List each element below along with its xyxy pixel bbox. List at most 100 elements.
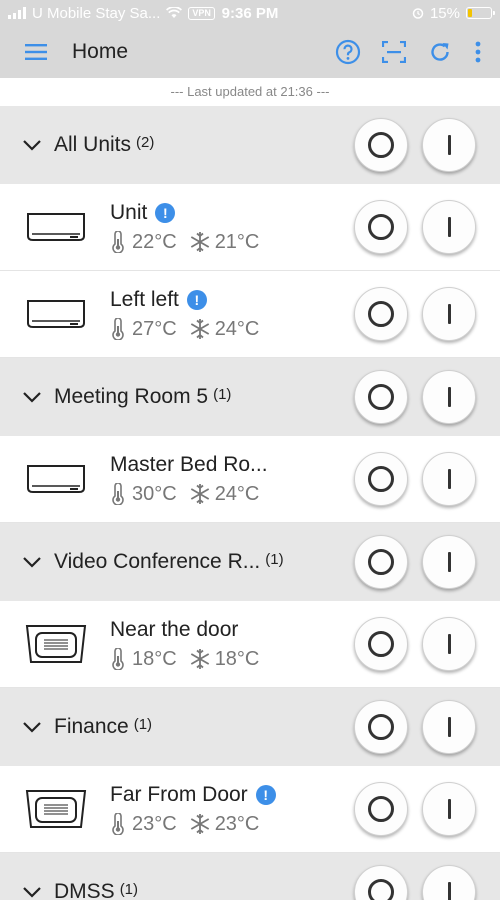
cassette-ac-icon	[25, 625, 87, 663]
chevron-down-icon	[23, 557, 41, 568]
power-off-icon	[368, 132, 394, 158]
unit-row[interactable]: Far From Door! 23°C 23°C	[0, 766, 500, 853]
unit-row[interactable]: Unit! 22°C 21°C	[0, 184, 500, 271]
unit-row[interactable]: Master Bed Ro... 30°C 24°C	[0, 436, 500, 523]
power-controls	[354, 118, 476, 172]
power-on-icon	[447, 799, 451, 819]
group-row[interactable]: DMSS (1)	[0, 853, 500, 900]
unit-off-button[interactable]	[354, 782, 408, 836]
group-name: All Units (2)	[54, 133, 154, 157]
help-icon	[335, 39, 361, 65]
refresh-button[interactable]	[424, 36, 456, 68]
refresh-icon	[431, 43, 449, 61]
group-unit-count: (1)	[213, 386, 232, 403]
power-off-icon	[368, 796, 394, 822]
set-temperature: 18°C	[214, 647, 260, 670]
last-updated-label: --- Last updated at 21:36 ---	[0, 78, 500, 106]
unit-name-label: Unit	[110, 200, 148, 224]
unit-row[interactable]: Near the door 18°C 18°C	[0, 601, 500, 688]
carrier-name: U Mobile Stay Sa...	[32, 4, 161, 22]
unit-row[interactable]: Left left! 27°C 24°C	[0, 271, 500, 358]
scan-button[interactable]	[378, 36, 410, 68]
group-off-button[interactable]	[354, 535, 408, 589]
group-name-label: Video Conference R...	[54, 550, 261, 573]
unit-off-button[interactable]	[354, 452, 408, 506]
snowflake-icon	[190, 319, 209, 339]
group-unit-count: (1)	[119, 881, 139, 898]
group-row[interactable]: Video Conference R... (1)	[0, 523, 500, 601]
unit-off-button[interactable]	[354, 200, 408, 254]
unit-on-button[interactable]	[422, 287, 476, 341]
menu-button[interactable]	[0, 26, 72, 78]
more-button[interactable]	[470, 36, 486, 68]
group-name-label: Finance	[54, 715, 129, 738]
group-row[interactable]: All Units (2)	[0, 106, 500, 184]
info-alert-icon[interactable]: !	[255, 784, 276, 805]
unit-list: All Units (2) Unit! 22°C 21°C Left left! 27°C 2…	[0, 106, 500, 900]
info-alert-icon[interactable]: !	[155, 202, 176, 223]
status-bar: U Mobile Stay Sa... VPN 9:36 PM 15%	[0, 0, 500, 26]
group-off-button[interactable]	[354, 118, 408, 172]
group-name-label: All Units	[54, 133, 132, 156]
menu-icon	[25, 44, 47, 60]
group-on-button[interactable]	[422, 700, 476, 754]
unit-name-label: Master Bed Ro...	[110, 452, 268, 476]
group-on-button[interactable]	[422, 118, 476, 172]
group-off-button[interactable]	[354, 865, 408, 900]
power-on-icon	[447, 552, 451, 572]
wall-ac-icon	[27, 300, 85, 328]
power-on-icon	[447, 634, 451, 654]
power-off-icon	[368, 714, 394, 740]
unit-on-button[interactable]	[422, 452, 476, 506]
unit-on-button[interactable]	[422, 782, 476, 836]
unit-on-button[interactable]	[422, 200, 476, 254]
power-off-icon	[368, 879, 394, 900]
power-on-icon	[447, 882, 451, 900]
more-vertical-icon	[475, 41, 481, 63]
help-button[interactable]	[332, 36, 364, 68]
room-temperature: 22°C	[132, 230, 177, 253]
set-temperature: 21°C	[214, 230, 260, 253]
group-on-button[interactable]	[422, 865, 476, 900]
vpn-badge: VPN	[188, 6, 215, 20]
room-temperature-icon	[112, 483, 124, 505]
set-temperature: 24°C	[214, 317, 260, 340]
power-controls	[354, 535, 476, 589]
power-off-icon	[368, 549, 394, 575]
group-row[interactable]: Finance (1)	[0, 688, 500, 766]
unit-off-button[interactable]	[354, 617, 408, 671]
room-temperature-icon	[112, 648, 124, 670]
power-controls	[354, 865, 476, 900]
group-name: Meeting Room 5 (1)	[54, 385, 231, 409]
wifi-icon	[166, 7, 183, 18]
power-off-icon	[368, 384, 394, 410]
set-temperature: 23°C	[214, 812, 260, 835]
snowflake-icon	[190, 814, 209, 834]
group-unit-count: (1)	[265, 551, 284, 568]
group-row[interactable]: Meeting Room 5 (1)	[0, 358, 500, 436]
unit-off-button[interactable]	[354, 287, 408, 341]
unit-on-button[interactable]	[422, 617, 476, 671]
power-controls	[354, 370, 476, 424]
cassette-ac-icon	[25, 790, 87, 828]
unit-name-label: Left left	[110, 287, 179, 311]
battery-percent: 15%	[429, 4, 460, 22]
set-temperature: 24°C	[214, 482, 260, 505]
power-controls	[354, 782, 476, 836]
power-on-icon	[447, 135, 451, 155]
room-temperature-icon	[112, 231, 124, 253]
signal-icon	[8, 7, 26, 19]
group-on-button[interactable]	[422, 370, 476, 424]
info-alert-icon[interactable]: !	[186, 289, 207, 310]
snowflake-icon	[190, 232, 209, 252]
group-name: DMSS (1)	[54, 880, 138, 900]
group-off-button[interactable]	[354, 700, 408, 754]
group-on-button[interactable]	[422, 535, 476, 589]
app-bar-actions	[332, 36, 500, 68]
room-temperature: 23°C	[132, 812, 177, 835]
power-off-icon	[368, 214, 394, 240]
battery-icon	[466, 7, 495, 19]
group-off-button[interactable]	[354, 370, 408, 424]
wall-ac-icon	[27, 465, 85, 493]
wall-ac-icon	[27, 213, 85, 241]
